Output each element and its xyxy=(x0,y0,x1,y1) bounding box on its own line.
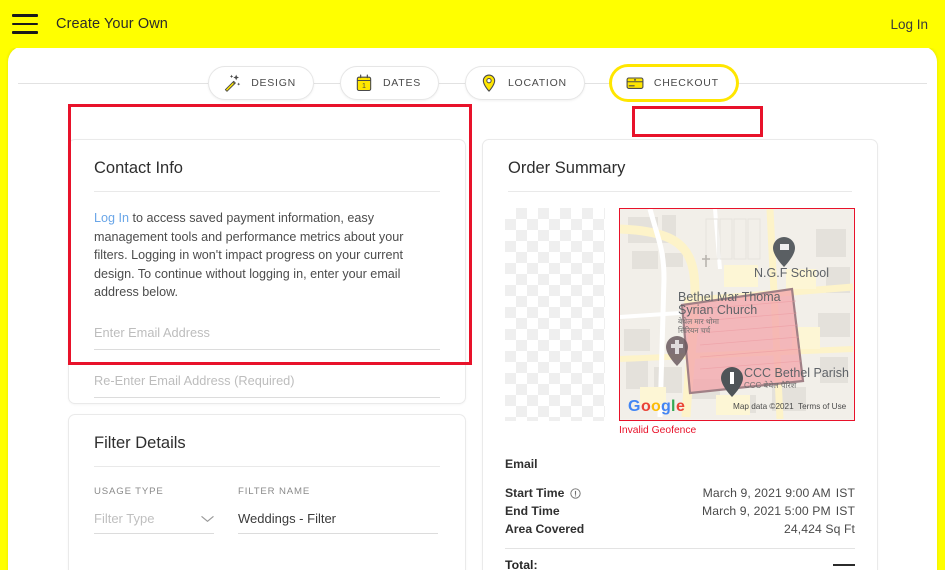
svg-text:e: e xyxy=(676,398,685,415)
svg-text:Terms of Use: Terms of Use xyxy=(798,402,847,411)
step-checkout-label: CHECKOUT xyxy=(653,77,719,89)
svg-text:Bethel Mar Thoma: Bethel Mar Thoma xyxy=(678,290,781,304)
hamburger-menu-icon[interactable] xyxy=(12,14,38,34)
summary-row-start-time: Start Time March 9, 2021 9:00 AM IST xyxy=(505,484,855,502)
page-sheet: DESIGN 1 DATES LOCATION CHECKOUT Contact… xyxy=(8,46,937,570)
page-title: Create Your Own xyxy=(56,16,168,32)
total-label: Total: xyxy=(505,558,538,570)
step-location-label: LOCATION xyxy=(507,77,567,89)
svg-text:बेथेल मार थोमा: बेथेल मार थोमा xyxy=(678,317,720,326)
usage-type-group: USAGE TYPE Filter Type xyxy=(94,486,214,534)
divider xyxy=(505,548,855,549)
usage-type-select[interactable]: Filter Type xyxy=(94,511,214,534)
contact-info-title: Contact Info xyxy=(94,159,183,177)
map-wrapper: N.G.F School Bethel Mar Thoma Syrian Chu… xyxy=(619,208,855,436)
start-time-timezone: IST xyxy=(835,486,855,500)
contact-info-description: Log In to access saved payment informati… xyxy=(94,209,440,302)
stepper-line xyxy=(18,82,209,84)
content-columns: Contact Info Log In to access saved paym… xyxy=(68,139,878,570)
start-time-value-group: March 9, 2021 9:00 AM IST xyxy=(703,486,855,500)
svg-text:o: o xyxy=(651,398,661,415)
email-input[interactable] xyxy=(94,324,440,340)
geofence-map[interactable]: N.G.F School Bethel Mar Thoma Syrian Chu… xyxy=(619,208,855,421)
usage-type-value: Filter Type xyxy=(94,511,155,526)
em-dash-icon xyxy=(833,563,855,567)
contact-info-body: Log In to access saved payment informati… xyxy=(69,192,465,398)
right-column: Order Summary N.G.F School Bethel Mar Th… xyxy=(482,139,878,570)
end-time-value: March 9, 2021 5:00 PM xyxy=(701,504,831,518)
stepper-line xyxy=(736,82,927,84)
contact-login-link[interactable]: Log In xyxy=(94,211,129,225)
stepper-line xyxy=(313,82,340,84)
filter-name-label: FILTER NAME xyxy=(238,486,311,497)
end-time-value-group: March 9, 2021 5:00 PM IST xyxy=(702,504,855,518)
credit-card-icon xyxy=(625,73,645,93)
reenter-email-field-wrapper xyxy=(94,372,440,398)
top-header-bar: Create Your Own Log In xyxy=(0,0,945,48)
summary-row-area-covered: Area Covered 24,424 Sq Ft xyxy=(505,520,855,538)
start-time-value: March 9, 2021 9:00 AM xyxy=(702,486,831,500)
svg-text:CCC Bethel Parish: CCC Bethel Parish xyxy=(744,366,849,380)
svg-text:सिरियन चर्च: सिरियन चर्च xyxy=(678,326,711,335)
svg-text:o: o xyxy=(641,398,651,415)
stepper-line xyxy=(584,82,611,84)
svg-text:G: G xyxy=(628,398,640,415)
step-dates-label: DATES xyxy=(382,77,421,89)
magic-wand-icon xyxy=(222,73,242,93)
svg-text:Syrian Church: Syrian Church xyxy=(678,303,757,317)
contact-info-card: Contact Info Log In to access saved paym… xyxy=(68,139,466,404)
header-login-link[interactable]: Log In xyxy=(890,17,928,32)
svg-text:Map data ©2021: Map data ©2021 xyxy=(733,402,794,411)
step-checkout[interactable]: CHECKOUT xyxy=(610,66,737,100)
chevron-down-icon xyxy=(201,515,214,523)
map-pin-icon xyxy=(479,73,499,93)
step-dates[interactable]: 1 DATES xyxy=(339,66,439,100)
svg-text:l: l xyxy=(671,398,675,415)
preview-row: N.G.F School Bethel Mar Thoma Syrian Chu… xyxy=(505,208,855,436)
svg-text:g: g xyxy=(661,398,671,415)
left-column: Contact Info Log In to access saved paym… xyxy=(68,139,466,570)
order-summary-title: Order Summary xyxy=(508,159,626,177)
svg-text:CCC बेथेल पैरिश: CCC बेथेल पैरिश xyxy=(744,380,797,390)
total-value xyxy=(833,563,855,567)
highlight-box-checkout-step xyxy=(632,106,763,137)
email-field-wrapper xyxy=(94,324,440,350)
svg-text:1: 1 xyxy=(362,82,366,90)
summary-row-end-time: End Time March 9, 2021 5:00 PM IST xyxy=(505,502,855,520)
end-time-label: End Time xyxy=(505,504,560,518)
area-covered-value: 24,424 Sq Ft xyxy=(784,522,855,536)
order-summary-card: Order Summary N.G.F School Bethel Mar Th… xyxy=(482,139,878,570)
calendar-icon: 1 xyxy=(354,73,374,93)
geofence-error-message: Invalid Geofence xyxy=(619,425,697,436)
step-location[interactable]: LOCATION xyxy=(464,66,585,100)
order-summary-body: N.G.F School Bethel Mar Thoma Syrian Chu… xyxy=(483,192,877,570)
start-time-label: Start Time xyxy=(505,486,565,500)
contact-description-text: to access saved payment information, eas… xyxy=(94,211,404,300)
filter-details-card: Filter Details USAGE TYPE Filter Type FI… xyxy=(68,414,466,570)
svg-text:N.G.F School: N.G.F School xyxy=(754,266,829,280)
checkout-page: Create Your Own Log In DESIGN 1 DATES LO… xyxy=(0,0,945,570)
step-design[interactable]: DESIGN xyxy=(208,66,314,100)
summary-rows: Start Time March 9, 2021 9:00 AM IST End… xyxy=(505,484,855,538)
info-circle-icon[interactable] xyxy=(570,487,582,499)
summary-email-label: Email xyxy=(505,457,538,471)
design-preview-thumbnail xyxy=(505,208,605,421)
end-time-timezone: IST xyxy=(835,504,855,518)
filter-name-value: Weddings - Filter xyxy=(238,511,337,526)
step-design-label: DESIGN xyxy=(251,77,296,89)
reenter-email-input[interactable] xyxy=(94,372,440,388)
summary-total-row: Total: xyxy=(505,558,855,570)
progress-stepper: DESIGN 1 DATES LOCATION CHECKOUT xyxy=(8,60,937,106)
filter-details-body: USAGE TYPE Filter Type FILTER NAME Weddi… xyxy=(69,467,465,534)
filter-details-title: Filter Details xyxy=(94,434,186,452)
filter-name-group: FILTER NAME Weddings - Filter xyxy=(238,486,438,534)
usage-type-label: USAGE TYPE xyxy=(94,486,164,497)
stepper-line xyxy=(438,82,465,84)
filter-name-input[interactable]: Weddings - Filter xyxy=(238,511,438,534)
area-covered-label: Area Covered xyxy=(505,522,585,536)
start-time-label-group: Start Time xyxy=(505,486,582,500)
